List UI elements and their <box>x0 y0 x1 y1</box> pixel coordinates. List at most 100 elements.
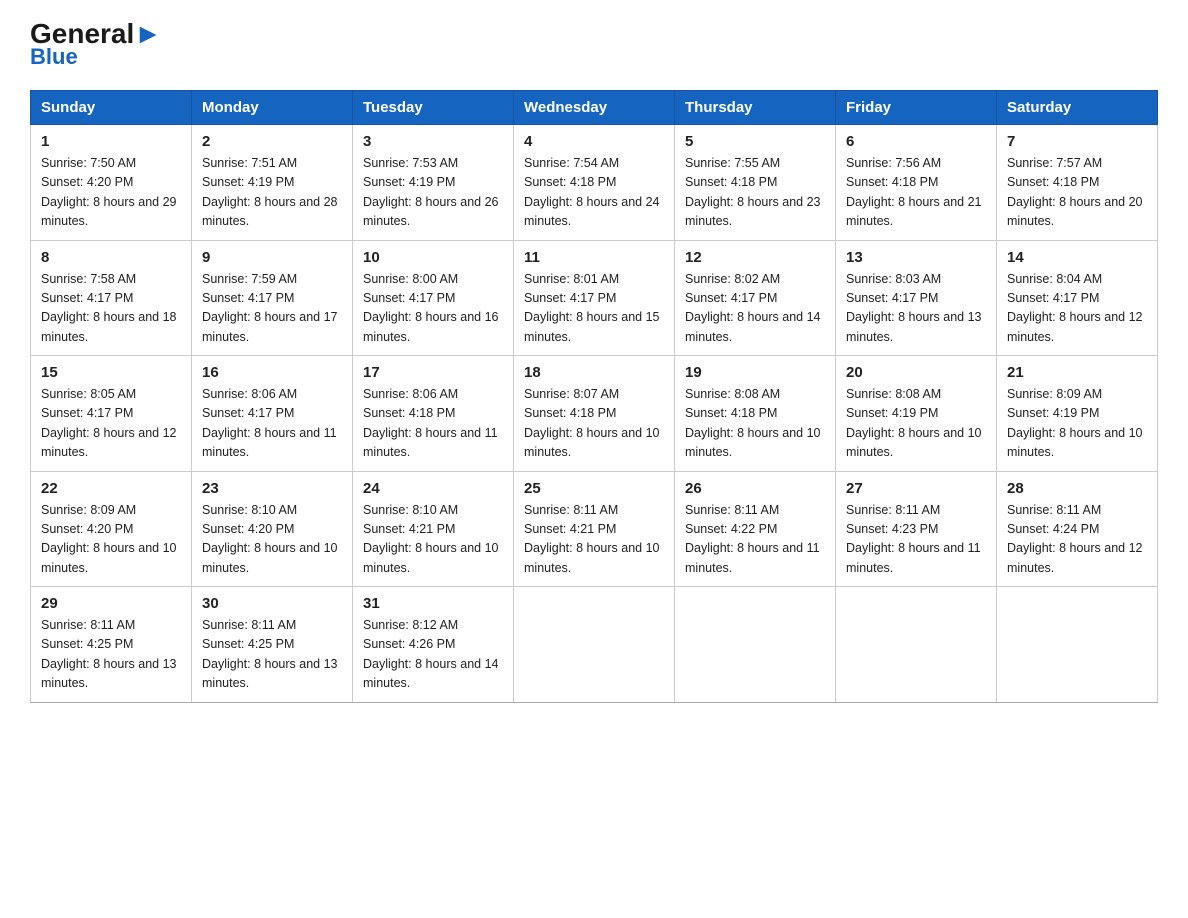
day-number: 10 <box>363 249 503 266</box>
day-info: Sunrise: 8:11 AM Sunset: 4:24 PM Dayligh… <box>1007 501 1147 579</box>
calendar-cell <box>514 587 675 703</box>
day-number: 4 <box>524 133 664 150</box>
day-info: Sunrise: 8:11 AM Sunset: 4:23 PM Dayligh… <box>846 501 986 579</box>
calendar-cell: 27 Sunrise: 8:11 AM Sunset: 4:23 PM Dayl… <box>836 471 997 587</box>
calendar-cell: 5 Sunrise: 7:55 AM Sunset: 4:18 PM Dayli… <box>675 125 836 241</box>
calendar-cell <box>997 587 1158 703</box>
day-info: Sunrise: 8:06 AM Sunset: 4:18 PM Dayligh… <box>363 385 503 463</box>
calendar-cell: 8 Sunrise: 7:58 AM Sunset: 4:17 PM Dayli… <box>31 240 192 356</box>
day-info: Sunrise: 7:58 AM Sunset: 4:17 PM Dayligh… <box>41 270 181 348</box>
calendar-cell: 17 Sunrise: 8:06 AM Sunset: 4:18 PM Dayl… <box>353 356 514 472</box>
calendar-cell: 20 Sunrise: 8:08 AM Sunset: 4:19 PM Dayl… <box>836 356 997 472</box>
calendar-cell: 19 Sunrise: 8:08 AM Sunset: 4:18 PM Dayl… <box>675 356 836 472</box>
calendar-cell: 14 Sunrise: 8:04 AM Sunset: 4:17 PM Dayl… <box>997 240 1158 356</box>
day-info: Sunrise: 8:11 AM Sunset: 4:25 PM Dayligh… <box>202 616 342 694</box>
day-number: 7 <box>1007 133 1147 150</box>
calendar-table: SundayMondayTuesdayWednesdayThursdayFrid… <box>30 90 1158 703</box>
day-info: Sunrise: 8:09 AM Sunset: 4:20 PM Dayligh… <box>41 501 181 579</box>
calendar-cell: 25 Sunrise: 8:11 AM Sunset: 4:21 PM Dayl… <box>514 471 675 587</box>
day-info: Sunrise: 8:00 AM Sunset: 4:17 PM Dayligh… <box>363 270 503 348</box>
day-info: Sunrise: 8:11 AM Sunset: 4:21 PM Dayligh… <box>524 501 664 579</box>
calendar-cell: 12 Sunrise: 8:02 AM Sunset: 4:17 PM Dayl… <box>675 240 836 356</box>
weekday-header-wednesday: Wednesday <box>514 91 675 125</box>
day-info: Sunrise: 7:50 AM Sunset: 4:20 PM Dayligh… <box>41 154 181 232</box>
calendar-cell: 1 Sunrise: 7:50 AM Sunset: 4:20 PM Dayli… <box>31 125 192 241</box>
day-info: Sunrise: 8:01 AM Sunset: 4:17 PM Dayligh… <box>524 270 664 348</box>
day-info: Sunrise: 8:11 AM Sunset: 4:22 PM Dayligh… <box>685 501 825 579</box>
day-info: Sunrise: 7:55 AM Sunset: 4:18 PM Dayligh… <box>685 154 825 232</box>
calendar-cell: 4 Sunrise: 7:54 AM Sunset: 4:18 PM Dayli… <box>514 125 675 241</box>
day-info: Sunrise: 8:05 AM Sunset: 4:17 PM Dayligh… <box>41 385 181 463</box>
day-number: 26 <box>685 480 825 497</box>
day-number: 3 <box>363 133 503 150</box>
day-number: 2 <box>202 133 342 150</box>
day-info: Sunrise: 7:57 AM Sunset: 4:18 PM Dayligh… <box>1007 154 1147 232</box>
day-info: Sunrise: 7:53 AM Sunset: 4:19 PM Dayligh… <box>363 154 503 232</box>
day-info: Sunrise: 8:03 AM Sunset: 4:17 PM Dayligh… <box>846 270 986 348</box>
calendar-cell: 23 Sunrise: 8:10 AM Sunset: 4:20 PM Dayl… <box>192 471 353 587</box>
day-number: 23 <box>202 480 342 497</box>
calendar-cell: 3 Sunrise: 7:53 AM Sunset: 4:19 PM Dayli… <box>353 125 514 241</box>
day-info: Sunrise: 7:51 AM Sunset: 4:19 PM Dayligh… <box>202 154 342 232</box>
calendar-cell: 9 Sunrise: 7:59 AM Sunset: 4:17 PM Dayli… <box>192 240 353 356</box>
calendar-cell <box>675 587 836 703</box>
calendar-cell: 7 Sunrise: 7:57 AM Sunset: 4:18 PM Dayli… <box>997 125 1158 241</box>
calendar-cell: 11 Sunrise: 8:01 AM Sunset: 4:17 PM Dayl… <box>514 240 675 356</box>
weekday-header-monday: Monday <box>192 91 353 125</box>
weekday-header-friday: Friday <box>836 91 997 125</box>
week-row-2: 8 Sunrise: 7:58 AM Sunset: 4:17 PM Dayli… <box>31 240 1158 356</box>
day-number: 19 <box>685 364 825 381</box>
day-number: 15 <box>41 364 181 381</box>
day-number: 12 <box>685 249 825 266</box>
calendar-cell <box>836 587 997 703</box>
calendar-cell: 16 Sunrise: 8:06 AM Sunset: 4:17 PM Dayl… <box>192 356 353 472</box>
day-info: Sunrise: 8:11 AM Sunset: 4:25 PM Dayligh… <box>41 616 181 694</box>
day-number: 14 <box>1007 249 1147 266</box>
day-info: Sunrise: 8:10 AM Sunset: 4:20 PM Dayligh… <box>202 501 342 579</box>
day-number: 21 <box>1007 364 1147 381</box>
calendar-cell: 10 Sunrise: 8:00 AM Sunset: 4:17 PM Dayl… <box>353 240 514 356</box>
day-number: 22 <box>41 480 181 497</box>
calendar-cell: 18 Sunrise: 8:07 AM Sunset: 4:18 PM Dayl… <box>514 356 675 472</box>
day-info: Sunrise: 7:56 AM Sunset: 4:18 PM Dayligh… <box>846 154 986 232</box>
day-number: 16 <box>202 364 342 381</box>
day-number: 5 <box>685 133 825 150</box>
week-row-3: 15 Sunrise: 8:05 AM Sunset: 4:17 PM Dayl… <box>31 356 1158 472</box>
week-row-5: 29 Sunrise: 8:11 AM Sunset: 4:25 PM Dayl… <box>31 587 1158 703</box>
day-number: 9 <box>202 249 342 266</box>
calendar-cell: 13 Sunrise: 8:03 AM Sunset: 4:17 PM Dayl… <box>836 240 997 356</box>
weekday-header-saturday: Saturday <box>997 91 1158 125</box>
day-number: 24 <box>363 480 503 497</box>
day-info: Sunrise: 8:10 AM Sunset: 4:21 PM Dayligh… <box>363 501 503 579</box>
day-number: 30 <box>202 595 342 612</box>
weekday-header-sunday: Sunday <box>31 91 192 125</box>
calendar-cell: 24 Sunrise: 8:10 AM Sunset: 4:21 PM Dayl… <box>353 471 514 587</box>
week-row-1: 1 Sunrise: 7:50 AM Sunset: 4:20 PM Dayli… <box>31 125 1158 241</box>
calendar-cell: 30 Sunrise: 8:11 AM Sunset: 4:25 PM Dayl… <box>192 587 353 703</box>
day-number: 31 <box>363 595 503 612</box>
calendar-cell: 26 Sunrise: 8:11 AM Sunset: 4:22 PM Dayl… <box>675 471 836 587</box>
day-number: 28 <box>1007 480 1147 497</box>
day-number: 18 <box>524 364 664 381</box>
day-number: 1 <box>41 133 181 150</box>
calendar-cell: 21 Sunrise: 8:09 AM Sunset: 4:19 PM Dayl… <box>997 356 1158 472</box>
day-info: Sunrise: 7:59 AM Sunset: 4:17 PM Dayligh… <box>202 270 342 348</box>
day-number: 11 <box>524 249 664 266</box>
day-number: 6 <box>846 133 986 150</box>
logo-blue-text: Blue <box>30 44 78 70</box>
day-info: Sunrise: 8:12 AM Sunset: 4:26 PM Dayligh… <box>363 616 503 694</box>
calendar-cell: 28 Sunrise: 8:11 AM Sunset: 4:24 PM Dayl… <box>997 471 1158 587</box>
day-number: 13 <box>846 249 986 266</box>
day-number: 27 <box>846 480 986 497</box>
page-header: General► Blue <box>30 20 1158 70</box>
day-number: 8 <box>41 249 181 266</box>
day-info: Sunrise: 8:08 AM Sunset: 4:18 PM Dayligh… <box>685 385 825 463</box>
calendar-cell: 15 Sunrise: 8:05 AM Sunset: 4:17 PM Dayl… <box>31 356 192 472</box>
day-info: Sunrise: 8:02 AM Sunset: 4:17 PM Dayligh… <box>685 270 825 348</box>
week-row-4: 22 Sunrise: 8:09 AM Sunset: 4:20 PM Dayl… <box>31 471 1158 587</box>
day-info: Sunrise: 8:09 AM Sunset: 4:19 PM Dayligh… <box>1007 385 1147 463</box>
weekday-header-row: SundayMondayTuesdayWednesdayThursdayFrid… <box>31 91 1158 125</box>
day-info: Sunrise: 8:04 AM Sunset: 4:17 PM Dayligh… <box>1007 270 1147 348</box>
logo: General► Blue <box>30 20 162 70</box>
day-info: Sunrise: 7:54 AM Sunset: 4:18 PM Dayligh… <box>524 154 664 232</box>
